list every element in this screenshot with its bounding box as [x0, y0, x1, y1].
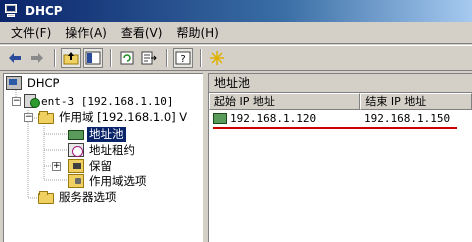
tree-item-scope-options[interactable]: 作用域选项 — [68, 173, 149, 189]
menu-action[interactable]: 操作(A) — [58, 22, 114, 44]
tree-item-reservations[interactable]: 保留 — [68, 158, 114, 174]
red-annotation-underline — [213, 127, 457, 129]
collapse-scope-button[interactable]: − — [24, 113, 33, 122]
tree-item-server-options[interactable]: 服务器选项 — [38, 189, 119, 205]
start-ip-value: 192.168.1.120 — [230, 112, 317, 125]
collapse-server-button[interactable]: − — [12, 97, 21, 106]
tree-label-server: ent-3 [192.168.1.10] — [41, 94, 174, 108]
column-headers: 起始 IP 地址 结束 IP 地址 — [209, 93, 472, 110]
address-leases-icon — [68, 143, 84, 157]
tree-label-server-options: 服务器选项 — [59, 189, 117, 204]
console-tree: DHCP − ent-3 [192.168.1.10] − 作用域 [192.1… — [3, 73, 203, 242]
tree-label-dhcp: DHCP — [27, 75, 60, 90]
details-pane: 地址池 起始 IP 地址 结束 IP 地址 192.168.1.120 192.… — [208, 73, 472, 242]
tree-label-scope: 作用域 [192.168.1.0] V — [59, 109, 188, 124]
tree-label-address-leases: 地址租约 — [89, 142, 135, 157]
reservations-icon — [68, 159, 84, 173]
tree-item-address-leases[interactable]: 地址租约 — [68, 142, 137, 158]
refresh-icon[interactable] — [117, 48, 137, 68]
svg-text:?: ? — [180, 54, 185, 65]
menu-bar: 文件(F) 操作(A) 查看(V) 帮助(H) — [0, 22, 472, 44]
dhcp-icon — [6, 76, 22, 90]
column-header-start-ip[interactable]: 起始 IP 地址 — [209, 93, 361, 110]
menu-view[interactable]: 查看(V) — [114, 22, 170, 44]
toolbar-separator — [54, 49, 56, 67]
dhcp-app-icon — [4, 4, 20, 18]
menu-file[interactable]: 文件(F) — [4, 22, 58, 44]
end-ip-value: 192.168.1.150 — [364, 112, 451, 125]
tree-item-address-pool[interactable]: 地址池 — [68, 125, 127, 143]
window-title: DHCP — [25, 4, 63, 18]
tree-label-reservations: 保留 — [89, 158, 112, 173]
tree-label-scope-options: 作用域选项 — [89, 173, 147, 188]
toolbar: ? — [0, 45, 472, 71]
tree-item-server[interactable]: ent-3 [192.168.1.10] — [24, 93, 175, 109]
table-row[interactable]: 192.168.1.120 192.168.1.150 — [209, 110, 472, 129]
forward-arrow-icon[interactable] — [27, 48, 47, 68]
expand-reservations-button[interactable]: + — [52, 162, 61, 171]
back-arrow-icon[interactable] — [5, 48, 25, 68]
toolbar-separator — [200, 49, 202, 67]
cell-start-ip: 192.168.1.120 — [209, 112, 361, 125]
folder-icon — [38, 110, 54, 124]
address-pool-icon — [68, 130, 84, 140]
toolbar-separator — [110, 49, 112, 67]
toolbar-separator — [166, 49, 168, 67]
wizard-icon[interactable] — [207, 48, 227, 68]
details-pane-title: 地址池 — [209, 74, 472, 93]
address-range-icon — [213, 113, 227, 124]
tree-item-dhcp[interactable]: DHCP — [6, 75, 61, 91]
tree-label-address-pool: 地址池 — [86, 125, 127, 143]
folder-icon — [38, 190, 54, 204]
menu-help[interactable]: 帮助(H) — [169, 22, 225, 44]
server-icon — [24, 94, 40, 108]
show-tree-icon[interactable] — [83, 48, 103, 68]
column-header-end-ip[interactable]: 结束 IP 地址 — [360, 93, 472, 110]
tree-item-scope[interactable]: 作用域 [192.168.1.0] V — [38, 109, 189, 125]
title-bar: DHCP — [0, 0, 472, 22]
scope-options-icon — [68, 174, 84, 188]
export-list-icon[interactable] — [139, 48, 159, 68]
up-folder-icon[interactable] — [61, 48, 81, 68]
help-icon[interactable]: ? — [173, 48, 193, 68]
